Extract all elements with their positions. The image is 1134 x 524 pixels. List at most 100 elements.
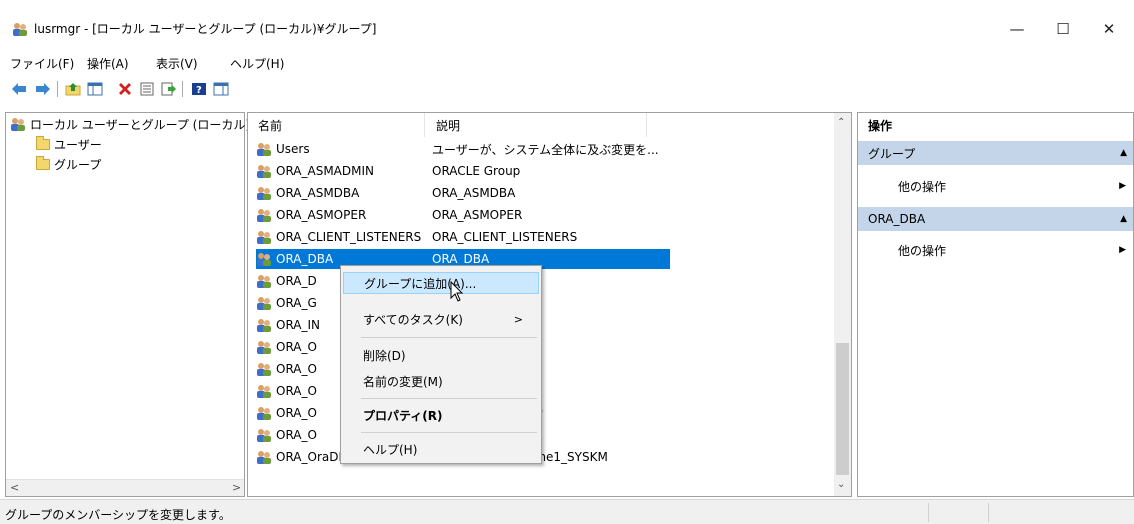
scroll-thumb[interactable] — [836, 343, 849, 475]
group-description: ORACLE Group — [432, 164, 521, 178]
group-name: ORA_O — [276, 340, 317, 354]
group-name: ORA_ASMOPER — [276, 208, 367, 222]
show-hide-tree-icon[interactable] — [86, 80, 104, 98]
properties-icon[interactable] — [138, 80, 156, 98]
forward-icon[interactable] — [34, 80, 52, 98]
menu-separator — [361, 398, 537, 399]
actions-header: 操作 — [868, 118, 893, 133]
group-icon — [256, 383, 272, 402]
tree-root[interactable]: ローカル ユーザーとグループ (ローカル) — [10, 115, 250, 133]
collapse-icon[interactable]: ▲ — [1120, 148, 1127, 158]
status-bar: グループのメンバーシップを変更します。 — [0, 499, 1134, 524]
menu-item-label: 名前の変更(M) — [363, 374, 443, 389]
group-icon — [256, 273, 272, 292]
action-item-label: 他の操作 — [898, 243, 947, 258]
column-header-description[interactable]: 説明 — [436, 117, 460, 134]
menu-help[interactable]: ヘルプ(H) — [230, 55, 284, 72]
menu-add-to-group[interactable]: グループに追加(A)... — [343, 272, 539, 294]
group-icon — [256, 405, 272, 424]
submenu-arrow-icon: ▶ — [1119, 181, 1126, 191]
group-name: ORA_O — [276, 362, 317, 376]
tree-item-users[interactable]: ユーザー — [36, 135, 102, 153]
action-section-groups[interactable]: グループ ▲ — [858, 141, 1133, 165]
menu-help[interactable]: ヘルプ(H) — [343, 438, 539, 460]
table-row[interactable]: ORA_ASMDBA ORA_ASMDBA — [256, 183, 696, 203]
action-pane: 操作 グループ ▲ 他の操作 ▶ ORA_DBA ▲ 他の操作 ▶ — [857, 112, 1134, 497]
scroll-down-icon[interactable]: ⌄ — [837, 479, 845, 490]
delete-icon[interactable] — [116, 80, 134, 98]
group-name: ORA_DBA — [276, 252, 334, 266]
group-icon — [256, 427, 272, 446]
table-row[interactable]: ORA_CLIENT_LISTENERS ORA_CLIENT_LISTENERS — [256, 227, 696, 247]
group-name: ORA_D — [276, 274, 317, 288]
table-row[interactable]: ORA_ASMOPER ORA_ASMOPER — [256, 205, 696, 225]
scroll-right-icon[interactable]: > — [232, 481, 241, 494]
column-divider[interactable] — [646, 113, 647, 137]
menu-properties[interactable]: プロパティ(R) — [343, 404, 539, 426]
submenu-arrow-icon: ▶ — [1119, 245, 1126, 255]
menu-delete[interactable]: 削除(D) — [343, 344, 539, 366]
scroll-left-icon[interactable]: < — [10, 481, 19, 494]
close-button[interactable]: ✕ — [1086, 14, 1132, 44]
action-more-actions[interactable]: 他の操作 ▶ — [858, 239, 1133, 261]
tree-horizontal-scrollbar[interactable]: < > — [6, 479, 244, 496]
back-icon[interactable] — [10, 80, 28, 98]
menu-view[interactable]: 表示(V) — [156, 55, 198, 72]
group-list: 名前 説明 Users ユーザーが、システム全体に及ぶ変更を... ORA_ASMA… — [247, 112, 852, 497]
menu-item-label: すべてのタスク(K) — [363, 312, 463, 327]
svg-text:?: ? — [196, 85, 202, 96]
menu-item-label: プロパティ(R) — [363, 408, 443, 423]
group-description: ORA_ASMDBA — [432, 186, 516, 200]
collapse-icon[interactable]: ▲ — [1120, 214, 1127, 224]
action-section-title: グループ — [868, 146, 916, 161]
action-item-label: 他の操作 — [898, 179, 947, 194]
scroll-up-icon[interactable]: ⌃ — [837, 117, 845, 128]
group-icon — [256, 229, 272, 248]
column-divider[interactable] — [424, 113, 425, 137]
group-icon — [256, 141, 272, 160]
status-divider — [988, 503, 989, 522]
maximize-button[interactable]: ☐ — [1040, 14, 1086, 44]
help-icon[interactable]: ? — [190, 80, 208, 98]
group-icon — [256, 361, 272, 380]
group-icon — [256, 207, 272, 226]
action-more-actions[interactable]: 他の操作 ▶ — [858, 175, 1133, 197]
window-title: lusrmgr - [ローカル ユーザーとグループ (ローカル)¥グループ] — [34, 22, 377, 36]
group-description: ユーザーが、システム全体に及ぶ変更を... — [432, 142, 659, 157]
list-vertical-scrollbar[interactable]: ⌃ ⌄ — [834, 113, 851, 496]
group-icon — [256, 449, 272, 468]
table-row[interactable]: Users ユーザーが、システム全体に及ぶ変更を... — [256, 139, 696, 159]
menu-rename[interactable]: 名前の変更(M) — [343, 370, 539, 392]
menu-item-label: ヘルプ(H) — [363, 442, 418, 457]
group-name: ORA_O — [276, 384, 317, 398]
action-section-ora-dba[interactable]: ORA_DBA ▲ — [858, 207, 1133, 231]
tree-item-label: ユーザー — [54, 137, 102, 152]
folder-icon — [36, 155, 50, 170]
menu-file[interactable]: ファイル(F) — [10, 55, 74, 72]
menu-action[interactable]: 操作(A) — [87, 55, 129, 72]
column-header-name[interactable]: 名前 — [258, 117, 282, 134]
group-icon — [256, 339, 272, 358]
menu-all-tasks[interactable]: すべてのタスク(K) > — [343, 308, 539, 330]
up-folder-icon[interactable] — [64, 80, 82, 98]
title-bar: lusrmgr - [ローカル ユーザーとグループ (ローカル)¥グループ] —… — [0, 0, 1134, 50]
minimize-button[interactable]: — — [994, 14, 1040, 44]
group-name: ORA_ASMDBA — [276, 186, 360, 200]
status-divider — [928, 503, 929, 522]
group-name: ORA_O — [276, 406, 317, 420]
menu-separator — [361, 432, 537, 433]
table-row[interactable]: ORA_ASMADMIN ORACLE Group — [256, 161, 696, 181]
submenu-arrow-icon: > — [513, 312, 523, 326]
group-name: ORA_IN — [276, 318, 321, 332]
group-name: ORA_ASMADMIN — [276, 164, 375, 178]
menu-bar: ファイル(F) 操作(A) 表示(V) ヘルプ(H) — [0, 52, 1134, 72]
tree-item-groups[interactable]: グループ — [36, 155, 101, 173]
group-icon — [256, 251, 272, 270]
toolbar-separator — [57, 81, 58, 97]
mouse-cursor-icon — [450, 281, 464, 302]
folder-icon — [36, 135, 50, 150]
status-text: グループのメンバーシップを変更します。 — [5, 508, 231, 522]
show-hide-action-pane-icon[interactable] — [212, 80, 230, 98]
context-menu: グループに追加(A)... すべてのタスク(K) > 削除(D) 名前の変更(M… — [340, 265, 542, 464]
export-icon[interactable] — [160, 80, 178, 98]
